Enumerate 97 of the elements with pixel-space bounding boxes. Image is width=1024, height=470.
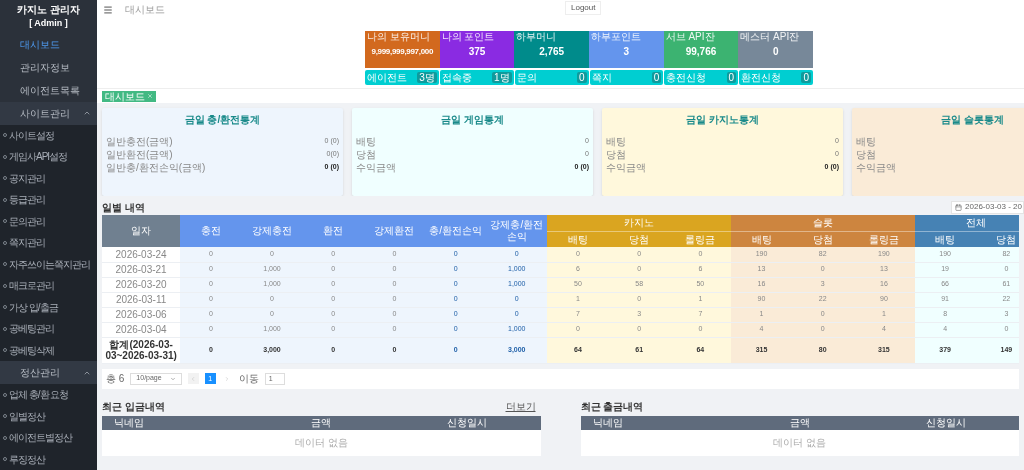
stat-value: 0 bbox=[771, 45, 780, 59]
card-row-label: 수익금액 bbox=[606, 161, 646, 175]
stat-label: 하부포인트 bbox=[590, 31, 642, 42]
stat-label: 나의 보유머니 bbox=[366, 31, 431, 42]
column-header: 충/환전손익 bbox=[425, 215, 487, 247]
sidebar-subitem[interactable]: 자주쓰이는쪽지관리 bbox=[0, 253, 97, 276]
stat-value: 9,999,999,997,000 bbox=[370, 46, 435, 58]
sidebar-subitem[interactable]: 쪽지관리 bbox=[0, 232, 97, 254]
column-header: 신청일시 bbox=[924, 415, 967, 430]
sidebar-subitem[interactable]: 루징정산 bbox=[0, 448, 97, 470]
role-label: [ Admin ] bbox=[29, 17, 68, 29]
sidebar-subitem[interactable]: 문의관리 bbox=[0, 210, 97, 233]
column-header: 금액 bbox=[310, 415, 333, 430]
sidebar-subitem[interactable]: 공베팅삭제 bbox=[0, 339, 97, 362]
group-header: 카지노 bbox=[547, 215, 731, 231]
sidebar-item[interactable]: 대시보드 bbox=[0, 33, 97, 56]
chevron-down-icon bbox=[169, 375, 176, 382]
sidebar-subitem[interactable]: 등급관리 bbox=[0, 189, 97, 211]
sidebar-subitem[interactable]: 에이전트별정산 bbox=[0, 427, 97, 449]
counter-label: 문의 bbox=[516, 72, 537, 83]
counter-label: 접속중 bbox=[441, 72, 472, 83]
counter-badge: 0 bbox=[576, 72, 587, 83]
counter-badge: 0 bbox=[801, 72, 811, 83]
section-title: 일별 내역 bbox=[102, 200, 145, 215]
sidebar-subitem[interactable]: 일별정산 bbox=[0, 405, 97, 428]
column-header: 강제환전 bbox=[363, 215, 425, 247]
card-row-label: 배팅 bbox=[356, 135, 376, 149]
breadcrumb: 대시보드 bbox=[125, 3, 165, 17]
sidebar-subitem[interactable]: 공베팅관리 bbox=[0, 318, 97, 340]
counter-badge: 0 bbox=[726, 72, 737, 83]
empty-message: 데이터 없음 bbox=[773, 436, 827, 450]
card-row-label: 당첨 bbox=[606, 148, 626, 162]
more-link[interactable]: 더보기 bbox=[505, 398, 536, 414]
card-row-label: 당첨 bbox=[356, 148, 376, 162]
column-header: 닉네임 bbox=[591, 415, 624, 430]
stat-value: 2,765 bbox=[538, 45, 566, 59]
column-header: 일자 bbox=[102, 215, 181, 247]
card-row-label: 일반환전(금액) bbox=[106, 148, 173, 162]
sidebar-item[interactable]: 관리자정보 bbox=[0, 55, 97, 79]
section-title: 최근 출금내역 bbox=[580, 399, 644, 414]
card-title: 금일 카지노통계 bbox=[685, 113, 760, 127]
counter-label: 환전신청 bbox=[741, 72, 782, 83]
stat-label: 하부머니 bbox=[515, 31, 558, 42]
sidebar-subitem[interactable]: 공지관리 bbox=[0, 167, 97, 190]
stat-value: 375 bbox=[467, 45, 487, 59]
column-header: 금액 bbox=[788, 415, 811, 430]
section-title: 최근 입금내역 bbox=[102, 399, 165, 414]
chevron-right-icon bbox=[224, 375, 231, 382]
table-cell: 2026-03-24 bbox=[102, 247, 181, 262]
group-header: 전체 bbox=[914, 215, 1019, 231]
counter-label: 충전신청 bbox=[666, 72, 707, 83]
sidebar-subitem[interactable]: 게임사API설정 bbox=[0, 146, 97, 168]
column-header: 강제충전 bbox=[241, 215, 303, 247]
counter-badge: 3명 bbox=[417, 72, 437, 83]
logout-button[interactable]: Logout bbox=[565, 1, 602, 15]
card-row-label: 일반충전(금액) bbox=[106, 135, 173, 149]
app-title: 카지노 관리자 bbox=[17, 3, 80, 17]
stat-value: 99,766 bbox=[684, 45, 718, 59]
sidebar-subitem[interactable]: 매크로관리 bbox=[0, 275, 97, 297]
counter-label: 에이전트 bbox=[367, 72, 407, 83]
column-header: 충전 bbox=[180, 215, 242, 247]
card-row-label: 배팅 bbox=[606, 135, 626, 149]
card-row-label: 당첨 bbox=[856, 148, 876, 162]
prev-page-button[interactable] bbox=[187, 373, 199, 384]
stat-label: 서브 API잔 bbox=[664, 31, 716, 42]
card-title: 금일 슬롯통계 bbox=[940, 113, 1005, 127]
column-header: 신청일시 bbox=[446, 415, 489, 430]
counter-label: 쪽지 bbox=[591, 72, 612, 83]
counter-badge: 1명 bbox=[492, 72, 512, 83]
counter-badge: 0 bbox=[651, 72, 662, 83]
card-row-label: 일반충/환전손익(금액) bbox=[106, 161, 206, 175]
column-header: 강제충/환전손익 bbox=[486, 215, 548, 247]
stat-value: 3 bbox=[622, 45, 631, 59]
close-icon[interactable] bbox=[147, 93, 153, 99]
total-count: 총 6 bbox=[106, 372, 125, 386]
column-header: 환전 bbox=[302, 215, 364, 247]
goto-label: 이동 bbox=[238, 372, 259, 386]
calendar-icon bbox=[955, 203, 963, 211]
stat-label: 메스터 API잔 bbox=[739, 31, 801, 42]
group-header: 슬롯 bbox=[730, 215, 915, 231]
card-row-label: 배팅 bbox=[856, 135, 876, 149]
sidebar-item[interactable]: 사이트관리 bbox=[0, 101, 97, 125]
card-title: 금일 게임통계 bbox=[440, 113, 505, 127]
sidebar-subitem[interactable]: 업체 충/환 요청 bbox=[0, 384, 97, 406]
card-row-label: 수익금액 bbox=[856, 161, 896, 175]
date-range-field[interactable]: 2026-03-03 - 20 bbox=[951, 200, 1024, 214]
card-title: 금일 충/환전통계 bbox=[183, 113, 262, 127]
column-header: 닉네임 bbox=[113, 415, 145, 430]
table-cell: 합계(2026-03-03~2026-03-31) bbox=[102, 337, 181, 363]
stat-label: 나의 포인트 bbox=[440, 31, 496, 42]
sidebar-item[interactable]: 에이전트목록 bbox=[0, 78, 97, 102]
sidebar-subitem[interactable]: 가상 입/출금 bbox=[0, 296, 97, 319]
menu-icon[interactable] bbox=[103, 5, 113, 15]
card-row-label: 수익금액 bbox=[356, 161, 396, 175]
empty-message: 데이터 없음 bbox=[294, 436, 348, 450]
sidebar-item[interactable]: 정산관리 bbox=[0, 361, 97, 385]
sidebar-subitem[interactable]: 사이트설정 bbox=[0, 124, 97, 147]
